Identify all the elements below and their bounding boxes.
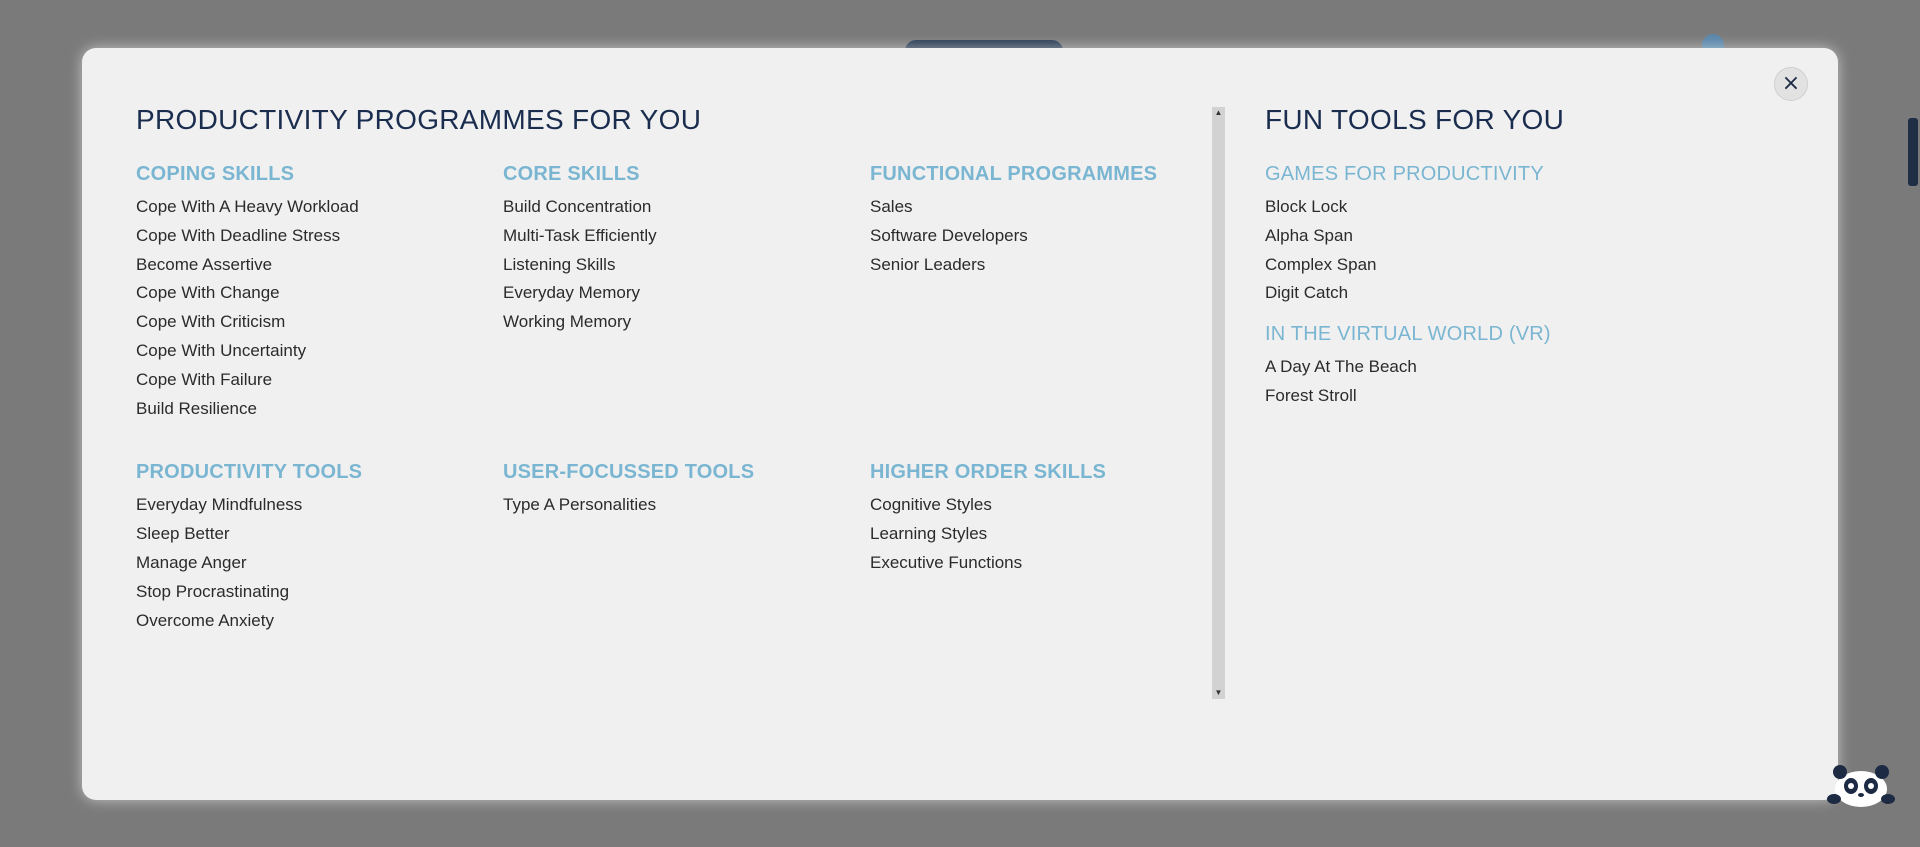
menu-link-type-a-personalities[interactable]: Type A Personalities	[503, 491, 870, 520]
menu-link-cope-with-criticism[interactable]: Cope With Criticism	[136, 308, 503, 337]
section-list: Cope With A Heavy Workload Cope With Dead…	[136, 193, 503, 423]
section-heading: GAMES FOR PRODUCTIVITY	[1265, 163, 1544, 185]
scroll-up-icon[interactable]: ▲	[1212, 107, 1225, 119]
menu-link-overcome-anxiety[interactable]: Overcome Anxiety	[136, 607, 503, 636]
menu-link-sleep-better[interactable]: Sleep Better	[136, 520, 503, 549]
productivity-sections-grid: COPING SKILLS Cope With A Heavy Workload C…	[136, 163, 1266, 635]
section-list: Build Concentration Multi-Task Efficientl…	[503, 193, 870, 337]
menu-link-cope-with-a-heavy-workload[interactable]: Cope With A Heavy Workload	[136, 193, 503, 222]
menu-link-cope-with-uncertainty[interactable]: Cope With Uncertainty	[136, 337, 503, 366]
fun-tools-panel: FUN TOOLS FOR YOU GAMES FOR PRODUCTIVITY…	[1265, 104, 1785, 426]
menu-link-cope-with-deadline-stress[interactable]: Cope With Deadline Stress	[136, 222, 503, 251]
section-list: A Day At The Beach Forest Stroll	[1265, 353, 1785, 411]
menu-link-everyday-mindfulness[interactable]: Everyday Mindfulness	[136, 491, 503, 520]
section-list: Type A Personalities	[503, 491, 870, 520]
section-heading: PRODUCTIVITY TOOLS	[136, 461, 363, 484]
menu-link-cognitive-styles[interactable]: Cognitive Styles	[870, 491, 1237, 520]
section-games-for-productivity: GAMES FOR PRODUCTIVITY Block Lock Alpha Sp…	[1265, 163, 1785, 308]
section-heading: COPING SKILLS	[136, 163, 295, 185]
menu-link-build-resilience[interactable]: Build Resilience	[136, 395, 503, 424]
fun-tools-title: FUN TOOLS FOR YOU	[1265, 104, 1565, 135]
menu-link-multi-task-efficiently[interactable]: Multi-Task Efficiently	[503, 222, 870, 251]
menu-link-software-developers[interactable]: Software Developers	[870, 222, 1237, 251]
section-list: Sales Software Developers Senior Leaders	[870, 193, 1237, 279]
productivity-title: PRODUCTIVITY PROGRAMMES FOR YOU	[136, 104, 702, 135]
menu-link-listening-skills[interactable]: Listening Skills	[503, 251, 870, 280]
section-heading: HIGHER ORDER SKILLS	[870, 461, 1107, 484]
menu-link-build-concentration[interactable]: Build Concentration	[503, 193, 870, 222]
menu-link-a-day-at-the-beach[interactable]: A Day At The Beach	[1265, 353, 1785, 382]
section-in-the-virtual-world-vr: IN THE VIRTUAL WORLD (VR) A Day At The Be…	[1265, 323, 1785, 411]
section-functional-programmes: FUNCTIONAL PROGRAMMES Sales Software Devel…	[870, 163, 1237, 423]
section-heading: IN THE VIRTUAL WORLD (VR)	[1265, 323, 1551, 346]
close-button[interactable]: ×	[1774, 67, 1808, 101]
menu-link-everyday-memory[interactable]: Everyday Memory	[503, 279, 870, 308]
menu-link-complex-span[interactable]: Complex Span	[1265, 251, 1785, 280]
section-coping-skills: COPING SKILLS Cope With A Heavy Workload C…	[136, 163, 503, 423]
menu-link-executive-functions[interactable]: Executive Functions	[870, 549, 1237, 578]
menu-link-senior-leaders[interactable]: Senior Leaders	[870, 251, 1237, 280]
menu-link-stop-procrastinating[interactable]: Stop Procrastinating	[136, 578, 503, 607]
menu-link-become-assertive[interactable]: Become Assertive	[136, 251, 503, 280]
menu-link-learning-styles[interactable]: Learning Styles	[870, 520, 1237, 549]
section-heading: USER-FOCUSSED TOOLS	[503, 461, 755, 484]
panda-icon[interactable]	[1826, 757, 1896, 807]
section-list: Block Lock Alpha Span Complex Span Digit Ca…	[1265, 193, 1785, 308]
menu-link-working-memory[interactable]: Working Memory	[503, 308, 870, 337]
section-core-skills: CORE SKILLS Build Concentration Multi-Task…	[503, 163, 870, 423]
section-user-focussed-tools: USER-FOCUSSED TOOLS Type A Personalities	[503, 461, 870, 635]
menu-link-digit-catch[interactable]: Digit Catch	[1265, 279, 1785, 308]
programmes-menu-modal: × PRODUCTIVITY PROGRAMMES FOR YOU COPING…	[82, 48, 1838, 800]
menu-link-forest-stroll[interactable]: Forest Stroll	[1265, 382, 1785, 411]
section-productivity-tools: PRODUCTIVITY TOOLS Everyday Mindfulness Sl…	[136, 461, 503, 635]
menu-link-cope-with-change[interactable]: Cope With Change	[136, 279, 503, 308]
menu-link-alpha-span[interactable]: Alpha Span	[1265, 222, 1785, 251]
menu-link-manage-anger[interactable]: Manage Anger	[136, 549, 503, 578]
page-scrollbar[interactable]	[1908, 118, 1918, 186]
vertical-scrollbar[interactable]: ▲ ▼	[1212, 107, 1225, 699]
section-list: Cognitive Styles Learning Styles Executive…	[870, 491, 1237, 577]
productivity-programmes-panel: PRODUCTIVITY PROGRAMMES FOR YOU COPING S…	[136, 104, 1266, 635]
section-list: Everyday Mindfulness Sleep Better Manage A…	[136, 491, 503, 635]
menu-link-cope-with-failure[interactable]: Cope With Failure	[136, 366, 503, 395]
section-heading: FUNCTIONAL PROGRAMMES	[870, 163, 1158, 185]
scroll-down-icon[interactable]: ▼	[1212, 687, 1225, 699]
section-heading: CORE SKILLS	[503, 163, 640, 185]
section-higher-order-skills: HIGHER ORDER SKILLS Cognitive Styles Learn…	[870, 461, 1237, 635]
fun-tools-sections: GAMES FOR PRODUCTIVITY Block Lock Alpha Sp…	[1265, 163, 1785, 411]
menu-link-sales[interactable]: Sales	[870, 193, 1237, 222]
close-icon: ×	[1781, 71, 1801, 96]
menu-link-block-lock[interactable]: Block Lock	[1265, 193, 1785, 222]
